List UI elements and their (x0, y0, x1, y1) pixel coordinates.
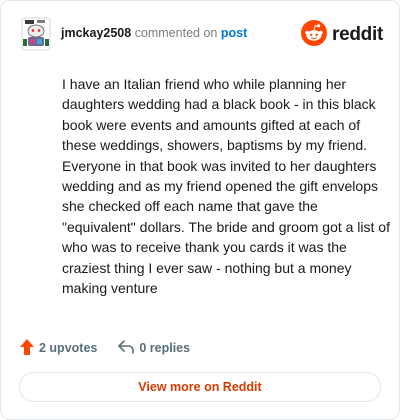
upvote-arrow-icon (19, 338, 39, 359)
commented-on-text: commented on (134, 26, 218, 40)
reddit-wordmark: reddit (332, 24, 383, 45)
username-link[interactable]: jmckay2508 (61, 26, 131, 40)
reddit-comment-embed: jmckay2508 commented on post reddit I ha… (0, 0, 400, 420)
snoo-avatar-icon[interactable] (21, 17, 51, 51)
comment-actions: 2 upvotes 0 replies (19, 337, 190, 359)
reply-count: 0 replies (139, 341, 191, 355)
reddit-logo-icon (301, 19, 328, 51)
reddit-brand-link[interactable]: reddit (301, 19, 383, 51)
replies-button[interactable]: 0 replies (117, 339, 190, 358)
upvote-count: 2 upvotes (39, 341, 98, 355)
comment-body-text: I have an Italian friend who while plann… (62, 76, 390, 297)
post-link[interactable]: post (221, 26, 247, 40)
view-more-on-reddit-button[interactable]: View more on Reddit (19, 372, 381, 402)
comment-header: jmckay2508 commented on post reddit (21, 17, 383, 51)
upvote-button[interactable]: 2 upvotes (19, 338, 97, 359)
comment-attribution: jmckay2508 commented on post (61, 26, 247, 40)
reply-icon (117, 339, 139, 358)
